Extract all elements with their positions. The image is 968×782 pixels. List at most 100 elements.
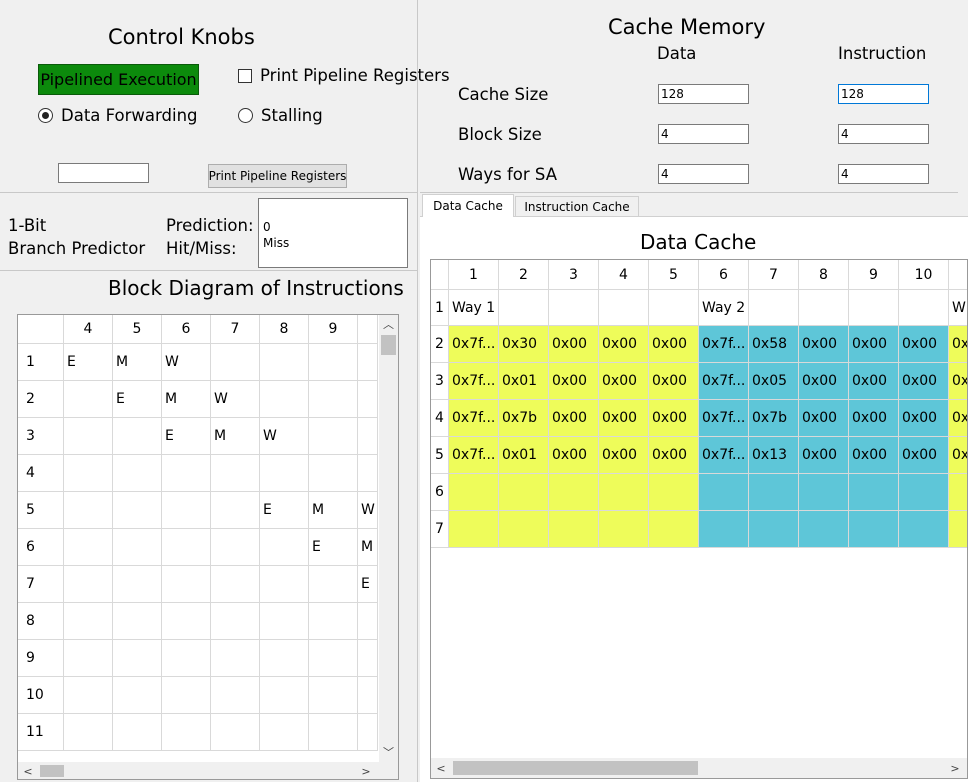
cache-cell: 0x00 bbox=[799, 437, 849, 474]
data-cache-size-input[interactable]: 128 bbox=[658, 84, 749, 104]
stage-cell bbox=[64, 492, 113, 529]
stage-cell: E bbox=[358, 566, 378, 603]
cache-cell bbox=[499, 474, 549, 511]
cache-cell: 0x00 bbox=[849, 437, 899, 474]
hscroll-thumb[interactable] bbox=[40, 765, 64, 777]
stage-cell bbox=[358, 455, 378, 492]
cache-cell: 0x bbox=[949, 400, 967, 437]
stage-cell: E bbox=[113, 381, 162, 418]
stage-cell bbox=[211, 640, 260, 677]
stage-cell bbox=[64, 714, 113, 751]
stage-cell bbox=[211, 492, 260, 529]
stage-cell bbox=[211, 677, 260, 714]
data-forwarding-radio[interactable] bbox=[38, 108, 53, 123]
stage-cell: E bbox=[260, 492, 309, 529]
cache-cell bbox=[899, 474, 949, 511]
tab-instruction-cache[interactable]: Instruction Cache bbox=[515, 196, 639, 216]
stage-cell bbox=[211, 529, 260, 566]
stage-cell: M bbox=[358, 529, 378, 566]
cache-cell: 0x00 bbox=[599, 437, 649, 474]
cache-cell: 0x7f... bbox=[449, 326, 499, 363]
cache-cell: 0x7b bbox=[499, 400, 549, 437]
cache-cell: 0x00 bbox=[649, 437, 699, 474]
cache-cell: 0x00 bbox=[799, 363, 849, 400]
stalling-radio[interactable] bbox=[238, 108, 253, 123]
way-label-cell: W bbox=[949, 290, 967, 326]
cache-memory-title: Cache Memory bbox=[608, 15, 766, 39]
cache-cell bbox=[799, 474, 849, 511]
cache-cell bbox=[949, 474, 967, 511]
stage-cell bbox=[358, 714, 378, 751]
row-header: 9 bbox=[18, 640, 64, 677]
cache-cell: 0x7f... bbox=[449, 363, 499, 400]
cache-cell bbox=[849, 511, 899, 548]
stage-cell bbox=[260, 455, 309, 492]
stage-cell bbox=[260, 714, 309, 751]
row-header: 3 bbox=[18, 418, 64, 455]
way-label-cell bbox=[599, 290, 649, 326]
instruction-block-size-input[interactable]: 4 bbox=[838, 124, 929, 144]
cache-cell: 0x00 bbox=[799, 326, 849, 363]
stage-cell bbox=[309, 566, 358, 603]
row-header: 4 bbox=[431, 400, 449, 437]
vscroll-thumb[interactable] bbox=[381, 335, 396, 355]
cache-cell: 0x bbox=[949, 363, 967, 400]
column-header: 8 bbox=[799, 260, 849, 290]
scroll-right-icon[interactable]: > bbox=[358, 762, 374, 779]
instruction-cache-size-input[interactable]: 128 bbox=[838, 84, 929, 104]
row-header: 5 bbox=[18, 492, 64, 529]
cache-cell: 0x bbox=[949, 326, 967, 363]
instruction-column-header: Instruction bbox=[838, 44, 927, 63]
print-registers-button[interactable]: Print Pipeline Registers bbox=[208, 164, 347, 188]
cache-cell: 0x00 bbox=[549, 363, 599, 400]
row-header: 11 bbox=[18, 714, 64, 751]
block-diagram-hscrollbar[interactable]: < > bbox=[18, 762, 379, 779]
row-header: 6 bbox=[431, 474, 449, 511]
cache-cell: 0x00 bbox=[599, 400, 649, 437]
block-diagram-table: 4 5 6 7 8 9 1 E M W 2 E M W 3 E M W 4 5 E M W 6 E M 7 E 8 9 10 11 ︿ ﹀ <… bbox=[17, 314, 399, 780]
data-cache-table: 1 2 3 4 5 6 7 8 9 10 1 Way 1 Way 2 W 2 0x7f... 0x30 0x00 0… bbox=[430, 259, 968, 779]
cache-cell bbox=[699, 511, 749, 548]
cache-cell: 0x7b bbox=[749, 400, 799, 437]
scroll-down-icon[interactable]: ﹀ bbox=[379, 743, 398, 760]
cache-cell bbox=[749, 511, 799, 548]
column-header: 7 bbox=[211, 315, 260, 344]
stage-cell bbox=[162, 455, 211, 492]
stage-cell bbox=[113, 566, 162, 603]
data-block-size-input[interactable]: 4 bbox=[658, 124, 749, 144]
cache-cell bbox=[899, 511, 949, 548]
scroll-corner bbox=[379, 762, 398, 779]
cache-cell: 0x7f... bbox=[699, 400, 749, 437]
scroll-up-icon[interactable]: ︿ bbox=[379, 315, 398, 332]
block-diagram-vscrollbar[interactable]: ︿ ﹀ bbox=[379, 315, 398, 762]
block-diagram-grid: 4 5 6 7 8 9 1 E M W 2 E M W 3 E M W 4 5 E M W 6 E M 7 E 8 9 10 11 bbox=[18, 315, 378, 751]
dc-scroll-left-icon[interactable]: < bbox=[433, 758, 449, 778]
cache-cell: 0x7f... bbox=[449, 400, 499, 437]
cache-cell bbox=[499, 511, 549, 548]
data-cache-hscrollbar[interactable]: < > bbox=[431, 758, 967, 778]
column-header: 2 bbox=[499, 260, 549, 290]
instruction-ways-input[interactable]: 4 bbox=[838, 164, 929, 184]
dc-scroll-right-icon[interactable]: > bbox=[947, 758, 963, 778]
stage-cell: W bbox=[260, 418, 309, 455]
cache-cell bbox=[599, 474, 649, 511]
stage-cell: E bbox=[309, 529, 358, 566]
cache-cell: 0x00 bbox=[549, 326, 599, 363]
predictor-name-line1: 1-Bit bbox=[8, 216, 47, 235]
print-registers-checkbox[interactable] bbox=[238, 69, 252, 83]
instruction-count-input[interactable] bbox=[58, 163, 149, 183]
tab-instruction-cache-label: Instruction Cache bbox=[524, 199, 630, 214]
stage-cell bbox=[211, 603, 260, 640]
data-ways-input[interactable]: 4 bbox=[658, 164, 749, 184]
dc-hscroll-thumb[interactable] bbox=[453, 761, 698, 775]
way-label-cell bbox=[899, 290, 949, 326]
stage-cell bbox=[211, 455, 260, 492]
block-diagram-title: Block Diagram of Instructions bbox=[108, 276, 404, 300]
row-header: 5 bbox=[431, 437, 449, 474]
cache-cell bbox=[449, 511, 499, 548]
tab-data-cache[interactable]: Data Cache bbox=[422, 194, 514, 217]
stage-cell bbox=[260, 603, 309, 640]
pipelined-execution-button[interactable]: Pipelined Execution bbox=[38, 64, 199, 95]
stage-cell bbox=[162, 566, 211, 603]
scroll-left-icon[interactable]: < bbox=[20, 762, 36, 779]
